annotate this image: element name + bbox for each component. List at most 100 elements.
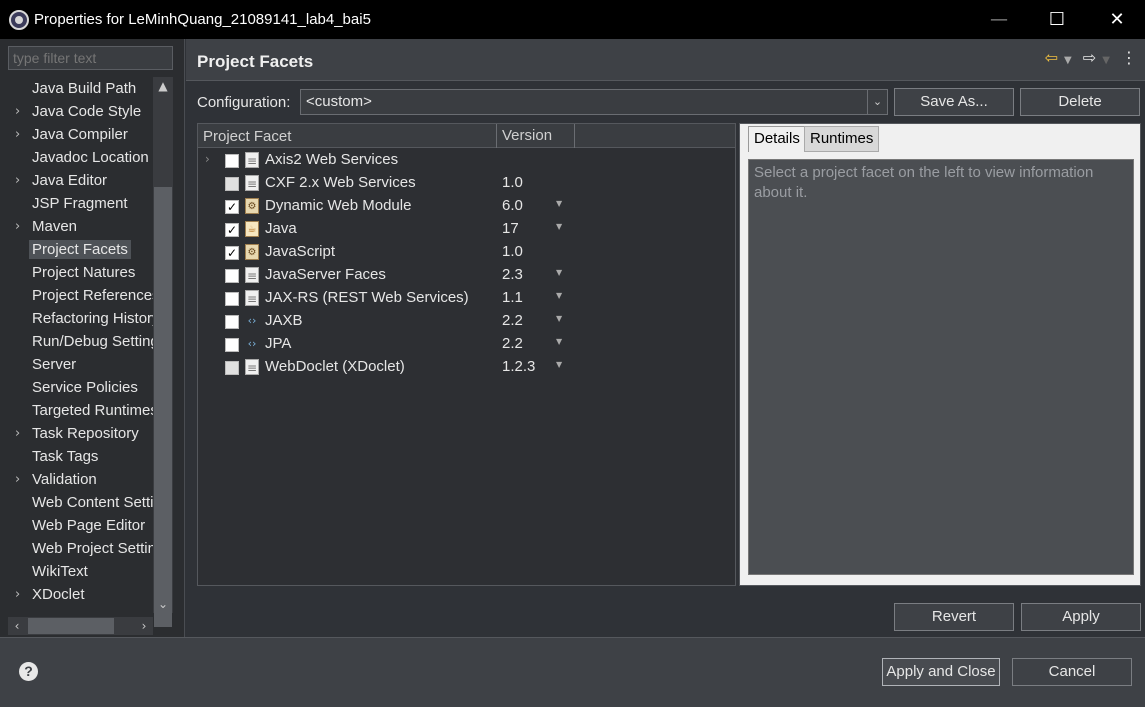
facet-checkbox[interactable]: ✓	[225, 223, 239, 237]
chevron-right-icon[interactable]: ›	[15, 169, 20, 192]
sidebar-item[interactable]: › Task Repository	[8, 422, 153, 445]
filter-input[interactable]	[8, 46, 173, 70]
cancel-button[interactable]: Cancel	[1012, 658, 1132, 686]
sidebar-item[interactable]: Task Tags	[8, 445, 153, 468]
facet-name: JPA	[265, 335, 292, 352]
facet-checkbox[interactable]	[225, 269, 239, 283]
sidebar-item[interactable]: Targeted Runtimes	[8, 399, 153, 422]
column-header-facet[interactable]: Project Facet	[203, 128, 291, 145]
sidebar-item[interactable]: › Validation	[8, 468, 153, 491]
close-button[interactable]: ✕	[1094, 6, 1140, 34]
facet-version[interactable]: 1.0	[502, 243, 523, 260]
table-row[interactable]: ✓ ☕ Java 17 ▼	[198, 218, 735, 241]
configuration-select[interactable]: <custom> ⌄	[300, 89, 888, 115]
sidebar-item[interactable]: Server	[8, 353, 153, 376]
facet-checkbox[interactable]	[225, 292, 239, 306]
facet-version[interactable]: 2.2	[502, 312, 523, 329]
sidebar-item[interactable]: Java Build Path	[8, 77, 153, 100]
sidebar-item[interactable]: Web Content Settings	[8, 491, 153, 514]
facet-checkbox[interactable]: ✓	[225, 246, 239, 260]
maximize-button[interactable]: ☐	[1034, 6, 1080, 34]
minimize-button[interactable]: —	[976, 6, 1022, 34]
delete-button[interactable]: Delete	[1020, 88, 1140, 116]
tab-details[interactable]: Details	[748, 126, 806, 152]
version-dropdown-icon[interactable]: ▼	[556, 360, 562, 369]
scroll-thumb[interactable]	[154, 187, 172, 627]
facet-version[interactable]: 1.1	[502, 289, 523, 306]
sidebar-item[interactable]: Refactoring History	[8, 307, 153, 330]
chevron-right-icon[interactable]: ›	[15, 468, 20, 491]
version-dropdown-icon[interactable]: ▼	[556, 268, 562, 277]
version-dropdown-icon[interactable]: ▼	[556, 314, 562, 323]
version-dropdown-icon[interactable]: ▼	[556, 337, 562, 346]
sidebar-item[interactable]: Project References	[8, 284, 153, 307]
facet-checkbox[interactable]	[225, 361, 239, 375]
facet-version[interactable]: 1.0	[502, 174, 523, 191]
scroll-up-arrow-icon[interactable]: ▲	[153, 79, 173, 93]
back-dropdown-icon[interactable]: ▼	[1064, 55, 1072, 66]
project-facets-table: Project Facet Version › ≡ Axis2 Web Servic…	[197, 123, 736, 586]
back-arrow-icon[interactable]: ⇦	[1045, 48, 1058, 67]
apply-and-close-button[interactable]: Apply and Close	[882, 658, 1000, 686]
table-row[interactable]: ≡ WebDoclet (XDoclet) 1.2.3 ▼	[198, 356, 735, 379]
facet-checkbox[interactable]	[225, 154, 239, 168]
table-row[interactable]: ✓ ⚙ JavaScript 1.0	[198, 241, 735, 264]
chevron-right-icon[interactable]: ›	[15, 215, 20, 238]
view-menu-icon[interactable]: ⋮	[1121, 48, 1137, 67]
facet-version[interactable]: 1.2.3	[502, 358, 535, 375]
chevron-right-icon[interactable]: ›	[205, 152, 210, 166]
sidebar-item[interactable]: › XDoclet	[8, 583, 153, 606]
chevron-right-icon[interactable]: ›	[15, 422, 20, 445]
table-row[interactable]: ‹› JAXB 2.2 ▼	[198, 310, 735, 333]
sidebar-item[interactable]: › Java Editor	[8, 169, 153, 192]
table-row[interactable]: ≡ CXF 2.x Web Services 1.0	[198, 172, 735, 195]
help-icon[interactable]: ?	[19, 662, 38, 681]
facet-checkbox[interactable]	[225, 338, 239, 352]
sidebar-item[interactable]: › Maven	[8, 215, 153, 238]
version-dropdown-icon[interactable]: ▼	[556, 199, 562, 208]
facet-version[interactable]: 17	[502, 220, 519, 237]
table-row[interactable]: ✓ ⚙ Dynamic Web Module 6.0 ▼	[198, 195, 735, 218]
save-as-button[interactable]: Save As...	[894, 88, 1014, 116]
scroll-left-arrow-icon[interactable]: ‹	[8, 617, 26, 635]
version-dropdown-icon[interactable]: ▼	[556, 291, 562, 300]
table-row[interactable]: › ≡ Axis2 Web Services	[198, 149, 735, 172]
table-row[interactable]: ‹› JPA 2.2 ▼	[198, 333, 735, 356]
forward-dropdown-icon[interactable]: ▼	[1102, 55, 1110, 66]
chevron-down-icon[interactable]: ⌄	[867, 90, 887, 114]
facet-checkbox[interactable]	[225, 177, 239, 191]
forward-arrow-icon[interactable]: ⇨	[1083, 48, 1096, 67]
apply-button[interactable]: Apply	[1021, 603, 1141, 631]
scroll-right-arrow-icon[interactable]: ›	[135, 617, 153, 635]
facet-version[interactable]: 2.3	[502, 266, 523, 283]
horizontal-scroll-thumb[interactable]	[28, 618, 114, 634]
scroll-down-arrow-icon[interactable]: ⌄	[153, 597, 173, 611]
table-row[interactable]: ≡ JAX-RS (REST Web Services) 1.1 ▼	[198, 287, 735, 310]
chevron-right-icon[interactable]: ›	[15, 583, 20, 606]
sidebar-item[interactable]: Web Project Settings	[8, 537, 153, 560]
sidebar-item[interactable]: JSP Fragment	[8, 192, 153, 215]
tab-runtimes[interactable]: Runtimes	[804, 126, 880, 152]
sidebar-item[interactable]: Service Policies	[8, 376, 153, 399]
revert-button[interactable]: Revert	[894, 603, 1014, 631]
facet-version[interactable]: 2.2	[502, 335, 523, 352]
sidebar-item[interactable]: Project Natures	[8, 261, 153, 284]
sidebar-horizontal-scrollbar[interactable]: ‹ ›	[8, 617, 153, 635]
sidebar-item[interactable]: WikiText	[8, 560, 153, 583]
sidebar-item[interactable]: › Java Compiler	[8, 123, 153, 146]
sidebar-vertical-scrollbar[interactable]: ▲ ⌄	[153, 77, 173, 627]
chevron-right-icon[interactable]: ›	[15, 100, 20, 123]
chevron-right-icon[interactable]: ›	[15, 123, 20, 146]
facet-checkbox[interactable]: ✓	[225, 200, 239, 214]
sidebar-item[interactable]: Javadoc Location	[8, 146, 153, 169]
column-header-version[interactable]: Version	[496, 124, 552, 148]
sidebar-item-label: Project Natures	[32, 264, 136, 281]
sidebar-item[interactable]: Run/Debug Settings	[8, 330, 153, 353]
sidebar-item[interactable]: Project Facets	[8, 238, 153, 261]
facet-version[interactable]: 6.0	[502, 197, 523, 214]
version-dropdown-icon[interactable]: ▼	[556, 222, 562, 231]
sidebar-item[interactable]: Web Page Editor	[8, 514, 153, 537]
sidebar-item[interactable]: › Java Code Style	[8, 100, 153, 123]
facet-checkbox[interactable]	[225, 315, 239, 329]
table-row[interactable]: ≡ JavaServer Faces 2.3 ▼	[198, 264, 735, 287]
